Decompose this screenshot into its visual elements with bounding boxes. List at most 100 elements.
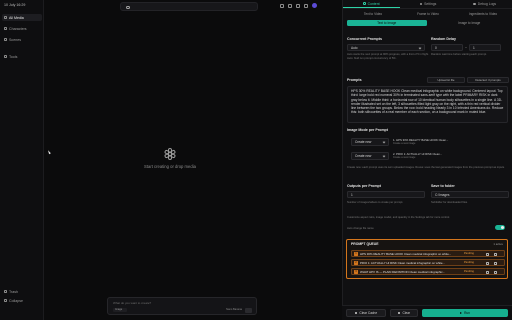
- outputs-input[interactable]: 1: [347, 191, 425, 198]
- sidebar-date: 10 July 16:29: [4, 3, 26, 7]
- prompt-count-badge: Detected: 3 prompts: [467, 77, 509, 83]
- tab-content[interactable]: Content: [343, 0, 400, 8]
- image-mode-desc-2: 2. PRIO 1: ACTUALLY HI RISK Clean... Cre…: [393, 152, 443, 159]
- sidebar-item-label: Collapse: [9, 298, 23, 303]
- concurrent-prompts-select[interactable]: Auto: [347, 44, 425, 51]
- concurrent-hint-2: Auto: fluid run prompt concurrency of 5%…: [347, 57, 397, 60]
- save-folder-label: Save to folder: [431, 184, 455, 188]
- sidebar-item-label: All Media: [9, 15, 24, 20]
- chevron-down-icon: [418, 46, 422, 49]
- chevron-down-icon: [382, 140, 386, 143]
- queue-item-status: Pending: [464, 270, 474, 273]
- search-icon: [126, 5, 130, 9]
- edit-icon[interactable]: [486, 270, 489, 274]
- queue-item-text: PRIO 1: ACTUALLY HI RISK Clean medical i…: [360, 260, 445, 265]
- clear-cache-button[interactable]: Clear Cache: [346, 309, 386, 317]
- tab-ingredients-to-video[interactable]: Ingredients to Video: [457, 11, 509, 17]
- random-delay-label: Random Delay: [431, 37, 456, 41]
- flower-logo-icon: [163, 148, 177, 160]
- queue-title: PROMPT QUEUE: [351, 242, 379, 246]
- outputs-hint: Number of images/videos to create per pr…: [347, 201, 404, 204]
- auto-change-toggle[interactable]: [495, 225, 505, 230]
- video-mode-tabs: Text to Video Frame to Video Ingredients…: [347, 11, 509, 17]
- sidebar-item-label: Trash: [9, 289, 19, 294]
- queue-item-number: 2: [354, 260, 358, 265]
- delete-icon[interactable]: [494, 270, 497, 274]
- prompt-placeholder: What do you want to create?: [113, 301, 152, 305]
- upload-txt-button[interactable]: Upload txt file: [427, 77, 465, 83]
- save-folder-hint: Subfolder for downloaded files.: [431, 201, 468, 204]
- random-delay-max[interactable]: 1: [469, 44, 501, 51]
- sidebar-item-label: Characters: [9, 26, 27, 31]
- prompts-textarea[interactable]: HPS 30% REALITY BASE HOOK Clean medical …: [347, 86, 508, 123]
- trash-icon: [4, 290, 7, 293]
- tab-frame-to-video[interactable]: Frame to Video: [402, 11, 454, 17]
- clear-button[interactable]: Clear: [390, 309, 418, 317]
- sidebar-item-characters[interactable]: Characters: [2, 25, 42, 32]
- wrench-icon: [4, 55, 7, 58]
- concurrent-prompts-label: Concurrent Prompts: [347, 37, 382, 41]
- panel-action-bar: Clear Cache Clear Run: [342, 305, 512, 320]
- range-dash: –: [465, 45, 467, 49]
- queue-item-text: HPS 30% REALITY BASE HOOK Clean medical …: [360, 251, 452, 256]
- queue-item[interactable]: 1 HPS 30% REALITY BASE HOOK Clean medica…: [351, 250, 505, 257]
- image-mode-desc-1: 1. HPS 30% REALITY BASE HOOK Clean... Cr…: [393, 138, 449, 145]
- image-mode-select-2[interactable]: Create new: [351, 152, 389, 160]
- collapse-icon: [4, 299, 7, 302]
- media-type-chip[interactable]: Image: [113, 308, 127, 312]
- empty-state: Start creating or drop media: [120, 148, 220, 169]
- gear-icon: [419, 2, 423, 6]
- search-input[interactable]: [120, 2, 258, 11]
- sidebar-item-all-media[interactable]: All Media: [2, 14, 42, 21]
- bell-icon[interactable]: [280, 3, 284, 8]
- prompt-queue: PROMPT QUEUE 1 active 1 HPS 30% REALITY …: [346, 239, 508, 279]
- chevron-down-icon: [382, 154, 386, 157]
- edit-icon[interactable]: [486, 261, 489, 265]
- queue-item-number: 1: [354, 251, 358, 256]
- close-icon: [397, 311, 401, 315]
- help-icon[interactable]: [296, 3, 300, 8]
- apps-icon[interactable]: [304, 3, 308, 8]
- sidebar-item-scenes[interactable]: Scenes: [2, 36, 42, 43]
- prompts-label: Prompts: [347, 78, 362, 82]
- image-mode-select-1[interactable]: Create new: [351, 138, 389, 146]
- queue-item-number: 3: [354, 269, 358, 274]
- random-delay-min[interactable]: 0: [431, 44, 463, 51]
- edit-icon[interactable]: [486, 252, 489, 256]
- refresh-icon: [354, 311, 358, 315]
- queue-item[interactable]: 3 WHAT HPV IS — PLAIN DEFINITION Clean m…: [351, 268, 505, 275]
- queue-item[interactable]: 2 PRIO 1: ACTUALLY HI RISK Clean medical…: [351, 259, 505, 266]
- delete-icon[interactable]: [494, 261, 497, 265]
- panel-tabs: Content Settings Debug Logs: [343, 0, 512, 9]
- sidebar-item-collapse[interactable]: Collapse: [2, 297, 42, 304]
- gear-icon[interactable]: [288, 3, 292, 8]
- sidebar-item-trash[interactable]: Trash: [2, 288, 42, 295]
- save-folder-input[interactable]: C:\Images: [431, 191, 509, 198]
- delete-icon[interactable]: [494, 252, 497, 256]
- mouse-cursor-icon: [47, 149, 51, 155]
- user-icon: [4, 27, 7, 30]
- send-button[interactable]: [245, 307, 252, 313]
- random-delay-hint: Random wait time before starting each pr…: [431, 53, 487, 56]
- tab-image-to-image[interactable]: Image to Image: [430, 20, 510, 26]
- topbar-icons: [280, 3, 317, 8]
- tab-text-to-video[interactable]: Text to Video: [347, 11, 399, 17]
- avatar[interactable]: [312, 3, 317, 8]
- run-button[interactable]: Run: [422, 309, 508, 317]
- sidebar: 10 July 16:29 All Media Characters Scene…: [0, 0, 44, 320]
- image-mode-hint: Create new: each prompt uses its own upl…: [347, 166, 505, 169]
- tab-debug-logs[interactable]: Debug Logs: [456, 0, 512, 8]
- tab-settings[interactable]: Settings: [400, 0, 457, 8]
- sidebar-item-label: Tools: [9, 54, 18, 59]
- tab-text-to-image[interactable]: Text to Image: [347, 20, 427, 26]
- image-icon: [4, 38, 7, 41]
- prompt-composer[interactable]: What do you want to create? Image Nano B…: [107, 297, 257, 315]
- queue-item-status: Pending: [464, 261, 474, 264]
- sidebar-item-tools[interactable]: Tools: [2, 53, 42, 60]
- queue-item-status: Pending: [464, 252, 474, 255]
- model-selector[interactable]: Nano Banana: [226, 308, 242, 311]
- sidebar-item-label: Scenes: [9, 37, 21, 42]
- customize-hint: Customize aspect ratio, image model, and…: [347, 216, 450, 219]
- outputs-label: Outputs per Prompt: [347, 184, 381, 188]
- content-icon: [363, 2, 366, 5]
